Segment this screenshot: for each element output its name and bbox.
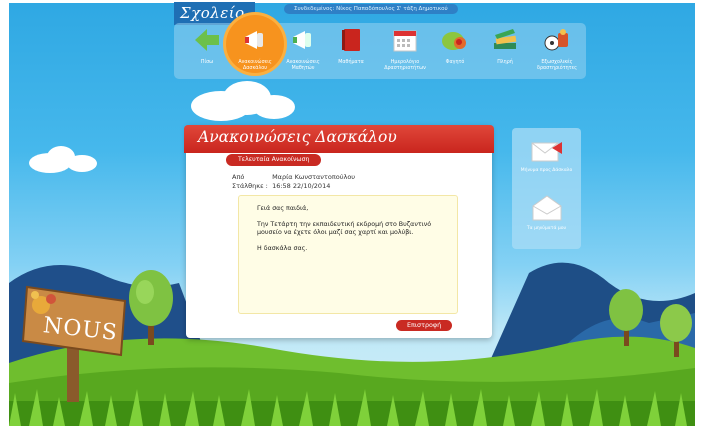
latest-announcement-tab[interactable]: Τελευταία Ανακοίνωση bbox=[226, 154, 322, 166]
login-info: Συνδεδεμένος: Νίκος Παπαδόπουλος Σ' τάξη… bbox=[284, 4, 458, 14]
back-button[interactable]: Επιστροφή bbox=[396, 320, 453, 331]
sports-icon bbox=[544, 29, 568, 51]
calendar-icon bbox=[393, 30, 417, 52]
nav-label: Πίσω bbox=[200, 60, 214, 65]
books-icon bbox=[494, 29, 517, 49]
nav-label: Μαθήματα bbox=[338, 60, 364, 65]
tree bbox=[129, 270, 173, 345]
nav-teacher-announcements[interactable]: Ανακοινώσεις Δασκάλου bbox=[226, 15, 284, 79]
nav-label: Ανακοινώσεις Μαθητών bbox=[286, 60, 320, 71]
nav-info[interactable]: Πληρή bbox=[478, 23, 532, 79]
nav-lessons[interactable]: Μαθήματα bbox=[324, 23, 378, 79]
food-icon bbox=[442, 32, 466, 50]
my-messages-label: Τα μηνύματά μου bbox=[526, 226, 567, 231]
nav-label: Ημερολόγιο Δραστηριοτήτων bbox=[384, 60, 426, 71]
back-arrow-icon bbox=[195, 29, 219, 51]
tree bbox=[609, 289, 643, 346]
sent-label: Στάλθηκε : bbox=[232, 182, 268, 190]
message-line: μουσείο να έχετε όλοι μαζί σας χαρτί και… bbox=[257, 229, 414, 236]
nav-calendar[interactable]: Ημερολόγιο Δραστηριοτήτων bbox=[378, 23, 432, 79]
book-icon bbox=[342, 29, 360, 51]
from-label: Από bbox=[232, 173, 245, 181]
main-navbar: Πίσω Ανακοινώσεις Δασκάλου Ανακοινώσεις … bbox=[174, 15, 586, 79]
nav-label: Ανακοινώσεις Δασκάλου bbox=[238, 60, 272, 71]
message-body: Γειά σας παιδιά, Την Τετάρτη την εκπαιδε… bbox=[238, 195, 458, 314]
from-row: Από Μαρία Κωνσταντοπούλου bbox=[232, 173, 355, 181]
megaphone-icon bbox=[293, 31, 311, 49]
from-value: Μαρία Κωνσταντοπούλου bbox=[272, 173, 356, 181]
nav-label: Εξωσχολικές δραστηριότητες bbox=[537, 60, 577, 71]
my-messages-button[interactable]: Τα μηνύματά μου bbox=[512, 194, 581, 232]
nav-food[interactable]: Φαγητό bbox=[428, 23, 482, 79]
nav-label: Πληρή bbox=[497, 60, 513, 65]
sent-row: Στάλθηκε : 16:58 22/10/2014 bbox=[232, 182, 330, 190]
envelope-open-icon bbox=[532, 195, 561, 221]
megaphone-icon bbox=[245, 31, 263, 49]
cloud bbox=[67, 155, 97, 172]
cloud bbox=[253, 95, 295, 119]
nav-student-announcements[interactable]: Ανακοινώσεις Μαθητών bbox=[276, 23, 330, 79]
panel-title: Ανακοινώσεις Δασκάλου bbox=[198, 128, 397, 146]
nav-label: Φαγητό bbox=[445, 60, 465, 65]
tree bbox=[660, 304, 692, 357]
message-line: Την Τετάρτη την εκπαιδευτική εκδρομή στο… bbox=[257, 221, 432, 228]
message-line: Η δασκάλα σας. bbox=[257, 245, 308, 252]
sent-value: 16:58 22/10/2014 bbox=[272, 182, 331, 190]
send-message-label: Μήνυμα προς Δάσκαλο bbox=[520, 168, 573, 173]
nav-extracurricular[interactable]: Εξωσχολικές δραστηριότητες bbox=[530, 23, 584, 79]
panel-header: Ανακοινώσεις Δασκάλου bbox=[184, 125, 494, 153]
messages-sidepanel: Μήνυμα προς Δάσκαλο Τα μηνύματά μου bbox=[512, 128, 581, 249]
message-line: Γειά σας παιδιά, bbox=[257, 205, 309, 212]
nous-logo-sign: NOUS bbox=[21, 275, 133, 402]
send-message-button[interactable]: Μήνυμα προς Δάσκαλο bbox=[512, 140, 581, 174]
envelope-send-icon bbox=[531, 142, 562, 162]
